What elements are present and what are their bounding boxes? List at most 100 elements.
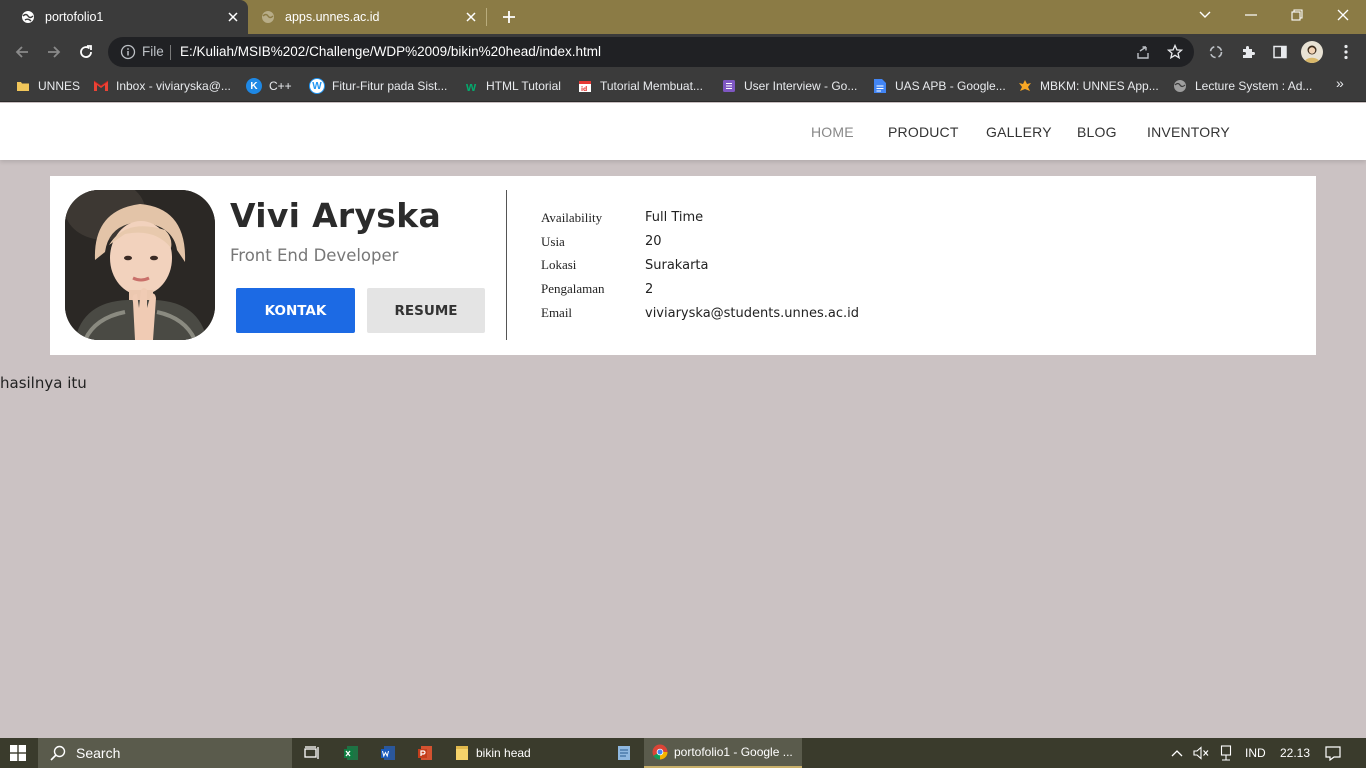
windows-logo-icon (10, 745, 26, 761)
bookmark-fitur[interactable]: W Fitur-Fitur pada Sist... (309, 76, 447, 96)
powerpoint-icon[interactable] (414, 738, 436, 768)
search-placeholder: Search (76, 745, 121, 761)
taskbar-app-label: portofolio1 - Google ... (674, 745, 793, 759)
restore-icon (1291, 9, 1303, 21)
bookmark-tutorial-membuat[interactable]: id Tutorial Membuat... (577, 76, 703, 96)
nav-gallery[interactable]: GALLERY (986, 124, 1052, 140)
age-label: Usia (541, 234, 565, 249)
volume-muted-icon[interactable] (1191, 738, 1211, 768)
url-text[interactable]: E:/Kuliah/MSIB%202/Challenge/WDP%2009/bi… (180, 44, 601, 59)
restore-button[interactable] (1274, 0, 1320, 30)
k-logo-icon: K (246, 78, 262, 94)
clock[interactable]: 22.13 (1280, 746, 1310, 760)
taskbar-app-label: bikin head (476, 746, 531, 760)
network-icon[interactable] (1217, 738, 1235, 768)
bookmark-label: Lecture System : Ad... (1195, 79, 1313, 93)
bookmark-user-interview[interactable]: User Interview - Go... (721, 76, 857, 96)
side-panel-icon[interactable] (1270, 42, 1290, 62)
bookmark-cpp[interactable]: K C++ (246, 76, 292, 96)
menu-icon[interactable] (1336, 42, 1356, 62)
excel-icon[interactable] (340, 738, 362, 768)
profile-avatar[interactable] (1301, 41, 1323, 63)
star-icon[interactable] (1166, 43, 1184, 61)
notification-icon[interactable] (1322, 738, 1344, 768)
tab-portofolio1[interactable]: portofolio1 (0, 0, 248, 34)
tab-search-button[interactable] (1182, 0, 1228, 30)
windows-taskbar: Search bikin head portofolio1 - Google .… (0, 738, 1366, 768)
profile-photo (65, 190, 215, 340)
bookmark-label: User Interview - Go... (744, 79, 858, 93)
back-button[interactable] (9, 39, 35, 65)
profile-card: Vivi Aryska Front End Developer KONTAK R… (50, 176, 1316, 355)
nav-inventory[interactable]: INVENTORY (1147, 124, 1230, 140)
close-icon (1337, 9, 1349, 21)
close-tab-icon[interactable] (224, 8, 242, 26)
forward-button[interactable] (41, 39, 67, 65)
forms-icon (721, 78, 737, 94)
bookmarks-bar: UNNES Inbox - viviaryska@... K C++ W Fit… (0, 70, 1366, 102)
folder-icon (454, 745, 470, 761)
new-tab-button[interactable] (498, 6, 520, 28)
bookmark-mbkm[interactable]: MBKM: UNNES App... (1017, 76, 1159, 96)
start-button[interactable] (0, 738, 36, 768)
close-window-button[interactable] (1320, 0, 1366, 30)
wordpress-icon: W (309, 78, 325, 94)
address-bar[interactable]: File E:/Kuliah/MSIB%202/Challenge/WDP%20… (108, 37, 1194, 67)
chevron-up-icon[interactable] (1168, 738, 1186, 768)
bookmark-label: HTML Tutorial (486, 79, 561, 93)
bookmark-label: Fitur-Fitur pada Sist... (332, 79, 448, 93)
nav-home[interactable]: HOME (811, 124, 854, 140)
tab-apps-unnes[interactable]: apps.unnes.ac.id (248, 0, 486, 34)
bookmark-label: MBKM: UNNES App... (1040, 79, 1159, 93)
email-label: Email (541, 305, 573, 320)
tab-title: apps.unnes.ac.id (285, 10, 380, 24)
bookmark-label: Inbox - viviaryska@... (116, 79, 231, 93)
bookmark-unnes[interactable]: UNNES (15, 76, 80, 96)
arrow-right-icon (48, 46, 61, 58)
minimize-button[interactable] (1228, 0, 1274, 30)
experience-label: Pengalaman (541, 281, 605, 296)
sync-icon[interactable] (1206, 42, 1226, 62)
resume-button[interactable]: RESUME (367, 288, 485, 333)
taskbar-app-bikin-head[interactable]: bikin head (446, 738, 606, 768)
card-divider (506, 190, 507, 340)
gmail-icon (93, 78, 109, 94)
bookmark-label: UAS APB - Google... (895, 79, 1006, 93)
calendar-icon: id (577, 78, 593, 94)
bookmark-html-tutorial[interactable]: w HTML Tutorial (463, 76, 561, 96)
bookmark-lecture-system[interactable]: Lecture System : Ad... (1172, 76, 1312, 96)
bookmarks-overflow-icon[interactable]: » (1336, 75, 1350, 95)
plus-icon (503, 11, 515, 23)
location-label: Lokasi (541, 257, 577, 272)
taskbar-app-chrome[interactable]: portofolio1 - Google ... (644, 738, 802, 768)
word-icon[interactable] (377, 738, 399, 768)
profile-name: Vivi Aryska (230, 196, 442, 235)
close-tab-icon[interactable] (462, 8, 480, 26)
nav-blog[interactable]: BLOG (1077, 124, 1117, 140)
site-navbar: HOME PRODUCT GALLERY BLOG INVENTORY (0, 103, 1366, 160)
location-value: Surakarta (645, 258, 709, 273)
arrow-left-icon (15, 46, 28, 58)
browser-tab-strip: portofolio1 apps.unnes.ac.id (0, 0, 1366, 34)
task-view-icon[interactable] (300, 738, 324, 768)
taskbar-search[interactable]: Search (38, 738, 292, 768)
scheme-label: File (142, 44, 164, 59)
globe-icon (20, 9, 36, 25)
chevron-down-icon (1199, 11, 1211, 18)
bookmark-inbox[interactable]: Inbox - viviaryska@... (93, 76, 231, 96)
language-indicator[interactable]: IND (1245, 746, 1266, 760)
page-footnote: hasilnya itu (0, 374, 87, 392)
bookmark-uas-apb[interactable]: UAS APB - Google... (872, 76, 1006, 96)
share-icon[interactable] (1134, 43, 1152, 61)
contact-button[interactable]: KONTAK (236, 288, 355, 333)
reload-button[interactable] (73, 39, 99, 65)
bookmark-label: UNNES (38, 79, 81, 93)
omnibox-divider (170, 45, 171, 60)
nav-product[interactable]: PRODUCT (888, 124, 959, 140)
email-value: viviaryska@students.unnes.ac.id (645, 306, 859, 321)
info-icon[interactable] (120, 44, 136, 60)
globe-icon (1172, 78, 1188, 94)
tab-title: portofolio1 (45, 10, 104, 24)
notepad-icon[interactable] (612, 738, 636, 768)
extensions-icon[interactable] (1238, 42, 1258, 62)
